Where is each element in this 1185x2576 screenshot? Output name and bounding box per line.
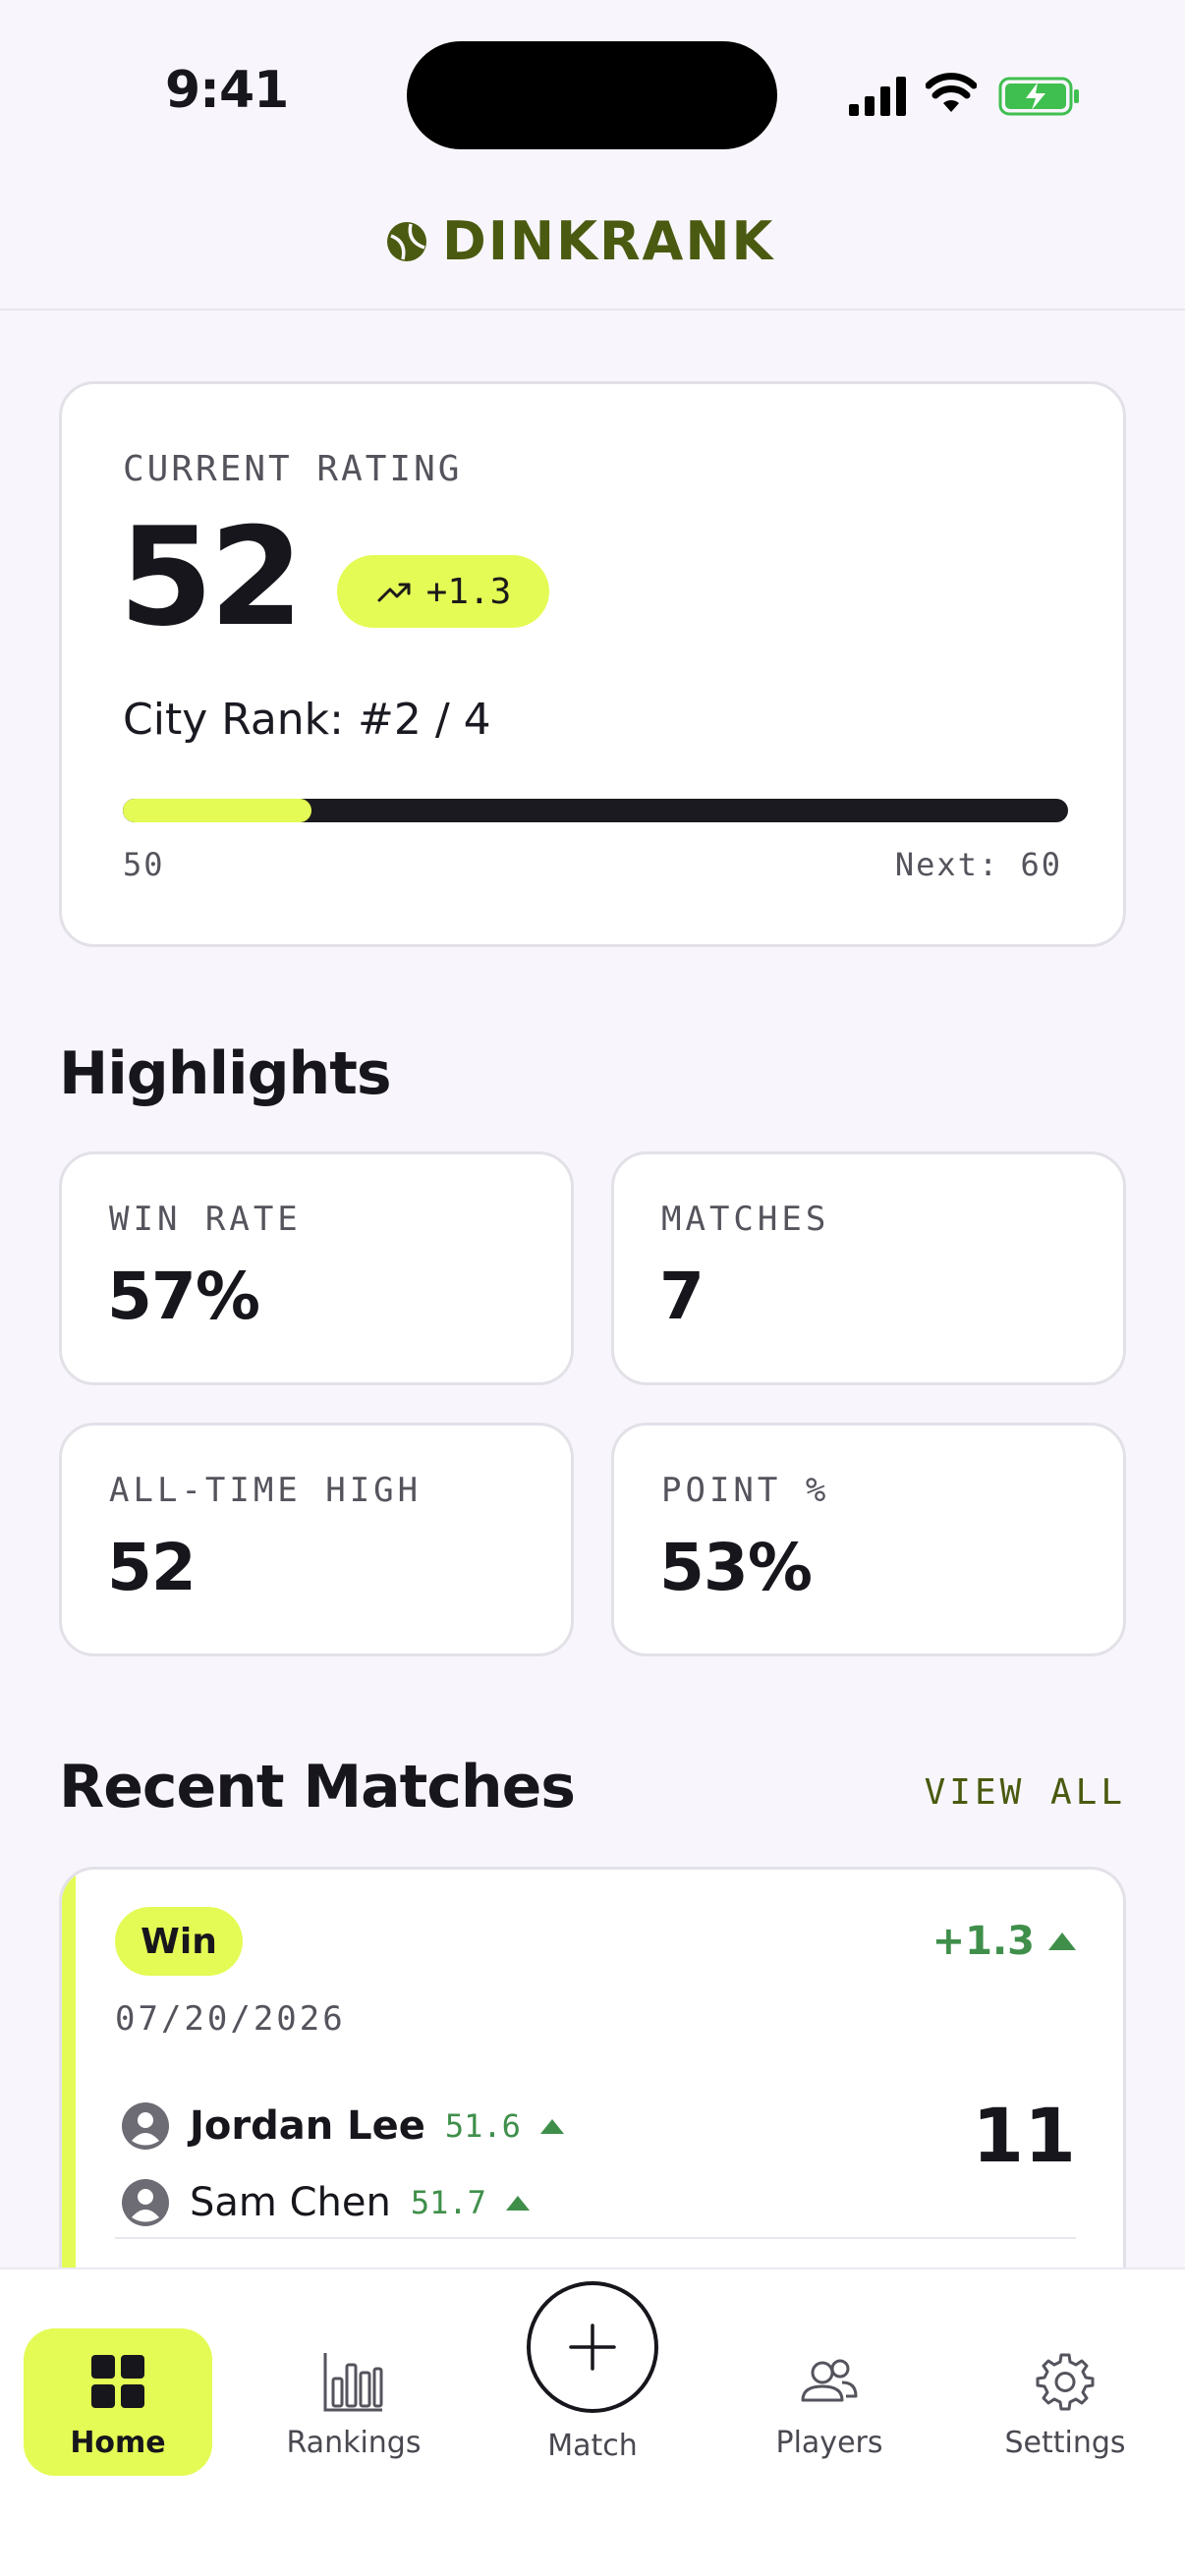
nav-settings[interactable]: Settings <box>971 2328 1159 2476</box>
city-rank: City Rank: #2 / 4 <box>123 695 491 745</box>
stat-label: MATCHES <box>661 1200 830 1239</box>
nav-label: Home <box>70 2426 166 2460</box>
match-result-badge: Win <box>115 1907 243 1976</box>
stat-value: 52 <box>107 1530 197 1605</box>
match-rating-delta: +1.3 <box>932 1919 1076 1964</box>
dynamic-island <box>407 41 777 149</box>
app-logo: DINKRANK <box>385 210 774 272</box>
avatar-icon <box>122 2179 169 2226</box>
highlights-title: Highlights <box>59 1039 392 1108</box>
pickleball-icon <box>387 221 426 261</box>
avatar-icon <box>122 2102 169 2150</box>
nav-label: Rankings <box>286 2426 422 2460</box>
match-score: 11 <box>972 2092 1076 2179</box>
progress-min-label: 50 <box>123 846 165 883</box>
new-match-button[interactable] <box>527 2281 658 2413</box>
rating-progress-fill <box>123 799 312 822</box>
stat-all-time-high: ALL-TIME HIGH 52 <box>59 1423 574 1656</box>
stat-win-rate: WIN RATE 57% <box>59 1151 574 1385</box>
bottom-nav: Home Rankings Match Players Settings <box>0 2268 1185 2576</box>
stat-label: POINT % <box>661 1471 830 1510</box>
app-header: DINKRANK <box>0 196 1185 310</box>
nav-label-match[interactable]: Match <box>527 2429 658 2463</box>
rating-progress-bar <box>123 799 1068 822</box>
trending-up-icon <box>377 583 411 602</box>
match-divider <box>115 2237 1076 2239</box>
match-date: 07/20/2026 <box>115 1999 346 2039</box>
match-card[interactable]: Win +1.3 07/20/2026 Jordan Lee 51.6 Sam … <box>59 1867 1126 2279</box>
nav-label: Players <box>775 2426 883 2460</box>
cellular-signal-icon <box>849 77 906 116</box>
up-arrow-icon <box>1048 1932 1076 1950</box>
nav-rankings[interactable]: Rankings <box>259 2328 448 2476</box>
stat-matches: MATCHES 7 <box>611 1151 1126 1385</box>
battery-charging-icon <box>998 77 1079 116</box>
stat-label: WIN RATE <box>109 1200 302 1239</box>
wifi-icon <box>926 73 977 112</box>
match-delta-value: +1.3 <box>931 1919 1035 1964</box>
player-row: Sam Chen 51.7 <box>121 2178 530 2227</box>
stat-point-percent: POINT % 53% <box>611 1423 1126 1656</box>
player-rating: 51.6 <box>444 2107 521 2145</box>
status-time: 9:41 <box>165 61 289 120</box>
stat-value: 57% <box>107 1259 260 1334</box>
stat-label: ALL-TIME HIGH <box>109 1471 423 1510</box>
grid-icon <box>91 2355 144 2408</box>
up-arrow-icon <box>539 2118 564 2134</box>
player-name: Sam Chen <box>190 2180 391 2225</box>
stat-value: 53% <box>659 1530 813 1605</box>
player-row: Jordan Lee 51.6 <box>121 2101 564 2151</box>
nav-players[interactable]: Players <box>735 2328 924 2476</box>
current-rating-card: CURRENT RATING 52 +1.3 City Rank: #2 / 4… <box>59 381 1126 947</box>
status-bar: 9:41 <box>0 0 1185 196</box>
rating-delta-badge: +1.3 <box>337 555 549 628</box>
up-arrow-icon <box>505 2195 530 2211</box>
view-all-link[interactable]: VIEW ALL <box>925 1772 1126 1813</box>
gear-icon <box>1036 2353 1095 2411</box>
rating-label: CURRENT RATING <box>123 449 463 489</box>
rating-delta-value: +1.3 <box>425 571 512 612</box>
rating-value: 52 <box>119 498 304 656</box>
app-name: DINKRANK <box>442 210 775 272</box>
match-win-accent <box>62 1870 76 2279</box>
recent-matches-title: Recent Matches <box>59 1753 576 1821</box>
plus-icon <box>569 2324 616 2371</box>
progress-next-label: Next: 60 <box>894 846 1062 883</box>
stat-value: 7 <box>659 1259 705 1334</box>
player-name: Jordan Lee <box>190 2103 425 2149</box>
nav-label: Settings <box>1004 2426 1126 2460</box>
nav-home[interactable]: Home <box>24 2328 212 2476</box>
bar-chart-icon <box>323 2353 383 2412</box>
player-rating: 51.7 <box>410 2184 486 2221</box>
users-icon <box>801 2359 858 2402</box>
